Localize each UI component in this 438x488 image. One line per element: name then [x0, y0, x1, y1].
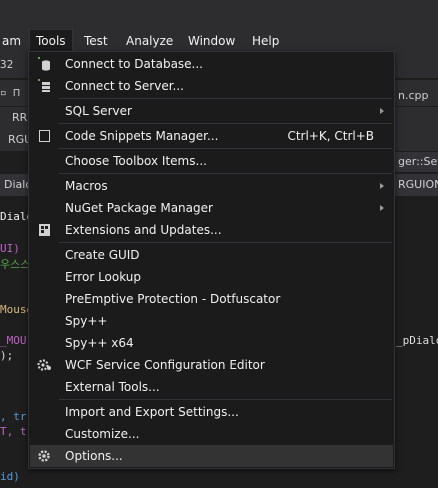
breadcrumb-right[interactable]: ger::SetC [394, 152, 438, 172]
toolbar-config-value[interactable]: 32 [0, 58, 13, 71]
menu-test[interactable]: Test [78, 30, 114, 52]
submenu-arrow-icon [380, 205, 384, 211]
menu-separator [59, 98, 392, 99]
menu-item-label: NuGet Package Manager [65, 201, 213, 215]
code-line: ); [0, 349, 14, 362]
menu-separator [59, 173, 392, 174]
menu-team[interactable]: am [0, 30, 27, 52]
menu-item-sql-server[interactable]: SQL Server [30, 100, 393, 122]
menu-item-choose-toolbox-items[interactable]: Choose Toolbox Items... [30, 150, 393, 172]
menu-item-label: Options... [65, 449, 123, 463]
submenu-arrow-icon [380, 183, 384, 189]
menu-item-spy-plus-plus[interactable]: Spy++ [30, 310, 393, 332]
menu-item-create-guid[interactable]: Create GUID [30, 244, 393, 266]
menu-item-label: Customize... [65, 427, 140, 441]
menu-separator [59, 123, 392, 124]
menu-item-label: Import and Export Settings... [65, 405, 239, 419]
checkbox-icon [39, 130, 50, 142]
menu-item-label: SQL Server [65, 104, 132, 118]
menu-item-external-tools[interactable]: External Tools... [30, 376, 393, 398]
menu-analyze[interactable]: Analyze [120, 30, 179, 52]
tools-dropdown-menu: Connect to Database... Connect to Server… [28, 51, 395, 469]
menu-item-wcf-service-config-editor[interactable]: WCF Service Configuration Editor [30, 354, 393, 376]
menu-item-preemptive-protection[interactable]: PreEmptive Protection - Dotfuscator [30, 288, 393, 310]
menu-separator [59, 242, 392, 243]
menu-tools[interactable]: Tools [29, 29, 73, 52]
menu-item-label: Spy++ [65, 314, 108, 328]
menu-help[interactable]: Help [246, 30, 285, 52]
menu-item-nuget-package-manager[interactable]: NuGet Package Manager [30, 197, 393, 219]
menu-item-label: External Tools... [65, 380, 160, 394]
menu-item-label: Macros [65, 179, 108, 193]
menu-window[interactable]: Window [182, 30, 241, 52]
menu-item-label: Extensions and Updates... [65, 223, 222, 237]
code-line: _MOU [0, 334, 27, 347]
extensions-icon [39, 224, 50, 236]
gear-icon [38, 450, 50, 462]
wcf-gear-icon [37, 359, 51, 371]
menu-item-label: Code Snippets Manager... [65, 129, 219, 143]
menu-item-label: Spy++ x64 [65, 336, 134, 350]
menu-item-label: Connect to Server... [65, 79, 184, 93]
server-connect-icon [38, 79, 50, 92]
menu-item-connect-to-server[interactable]: Connect to Server... [30, 75, 393, 97]
code-line: id) [0, 470, 20, 483]
nav-right-dropdown[interactable]: RGUION_S [394, 175, 438, 195]
menu-item-import-export-settings[interactable]: Import and Export Settings... [30, 401, 393, 423]
toolbar-icon[interactable]: ▫ ⊓ [0, 86, 20, 99]
menu-item-spy-plus-plus-x64[interactable]: Spy++ x64 [30, 332, 393, 354]
menu-separator [59, 148, 392, 149]
menu-item-label: WCF Service Configuration Editor [65, 358, 265, 372]
menu-item-options[interactable]: Options... [30, 445, 393, 467]
menu-item-label: Create GUID [65, 248, 140, 262]
file-tab[interactable]: n.cpp [394, 86, 433, 106]
code-line: T, t [0, 425, 27, 438]
menu-item-label: PreEmptive Protection - Dotfuscator [65, 292, 281, 306]
submenu-arrow-icon [380, 108, 384, 114]
menu-bar: am Tools Test Analyze Window Help [0, 29, 438, 52]
menu-item-extensions-and-updates[interactable]: Extensions and Updates... [30, 219, 393, 241]
title-bar [0, 0, 438, 30]
code-line: UI) [0, 242, 20, 255]
menu-item-connect-to-database[interactable]: Connect to Database... [30, 53, 393, 75]
code-line: _pDialo [396, 334, 438, 347]
menu-item-code-snippets-manager[interactable]: Code Snippets Manager... Ctrl+K, Ctrl+B [30, 125, 393, 147]
menu-item-error-lookup[interactable]: Error Lookup [30, 266, 393, 288]
menu-item-label: Connect to Database... [65, 57, 203, 71]
database-connect-icon [38, 57, 50, 71]
menu-item-shortcut: Ctrl+K, Ctrl+B [287, 129, 374, 143]
code-line: 우스스 [0, 258, 31, 271]
code-line: , tr [0, 410, 27, 423]
menu-item-label: Choose Toolbox Items... [65, 154, 207, 168]
menu-item-label: Error Lookup [65, 270, 142, 284]
menu-item-customize[interactable]: Customize... [30, 423, 393, 445]
menu-separator [59, 399, 392, 400]
menu-item-macros[interactable]: Macros [30, 175, 393, 197]
